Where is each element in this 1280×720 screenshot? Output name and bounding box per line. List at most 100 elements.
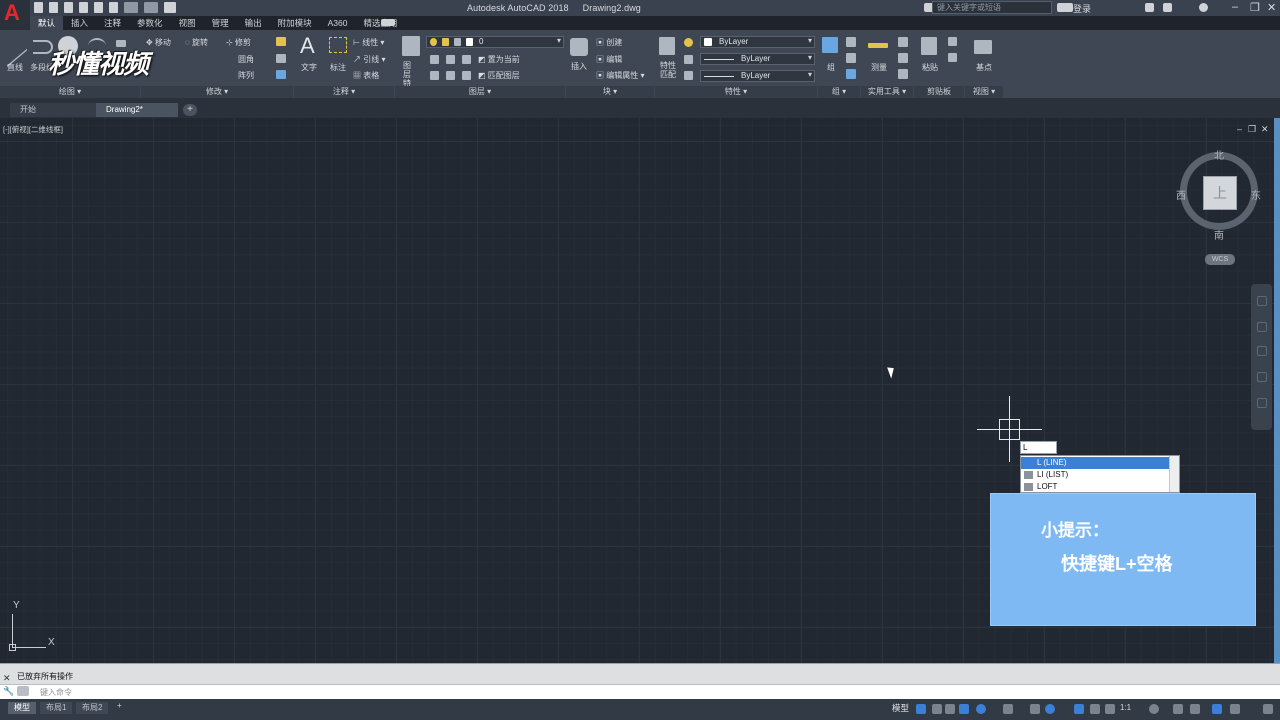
group-icon[interactable]	[822, 37, 838, 53]
grid-toggle-icon[interactable]	[916, 704, 926, 714]
viewcube-south[interactable]: 南	[1214, 227, 1224, 242]
exchange-icon[interactable]	[1145, 3, 1154, 12]
layer-tool-icon-2[interactable]	[446, 55, 455, 64]
fillet-tool[interactable]: 圆角	[238, 54, 254, 65]
isolate-objects-icon[interactable]	[1190, 704, 1200, 714]
tab-manage[interactable]: 管理	[204, 16, 237, 30]
table-tool[interactable]: ▦ 表格	[353, 70, 379, 81]
wcs-menu-button[interactable]: WCS	[1205, 254, 1235, 265]
plus-toggle-icon[interactable]	[1173, 704, 1183, 714]
restore-button[interactable]: ❐	[1250, 1, 1260, 14]
dynamic-ucs-icon[interactable]	[1045, 704, 1055, 714]
base-view-icon[interactable]	[974, 40, 992, 54]
workspace-gear-icon[interactable]	[1149, 704, 1159, 714]
annotation-visibility-icon[interactable]	[1074, 704, 1084, 714]
text-tool-icon[interactable]: A	[300, 33, 315, 59]
text-tool-label[interactable]: 文字	[301, 62, 317, 73]
save-icon[interactable]	[64, 2, 73, 13]
leader-tool[interactable]: ↗ 引线 ▾	[353, 54, 385, 65]
object-snap-icon[interactable]	[1030, 704, 1040, 714]
a360-icon[interactable]	[1163, 3, 1172, 12]
dynamic-input-field[interactable]: L	[1020, 441, 1057, 454]
layer-tool-icon-6[interactable]	[462, 71, 471, 80]
redo-icon[interactable]	[144, 2, 158, 13]
draw-panel-footer[interactable]: 绘图 ▾	[0, 86, 140, 98]
tab-default[interactable]: 默认	[30, 16, 64, 30]
workspace-icon[interactable]	[164, 2, 176, 13]
erase-icon[interactable]	[276, 37, 286, 46]
tab-output[interactable]: 输出	[237, 16, 270, 30]
close-button[interactable]: ✕	[1267, 1, 1276, 14]
viewport-controls-label[interactable]: [-][俯视][二维线框]	[3, 124, 63, 135]
view-panel-footer[interactable]: 视图 ▾	[965, 86, 1003, 98]
tab-insert[interactable]: 插入	[63, 16, 96, 30]
autocomplete-item-loft[interactable]: LOFT	[1021, 481, 1169, 493]
utilities-icon-2[interactable]	[898, 53, 908, 63]
array-tool[interactable]: 阵列	[238, 70, 254, 81]
showmotion-icon[interactable]	[1257, 398, 1267, 408]
dimension-tool-icon[interactable]	[329, 37, 347, 53]
snap-toggle-icon[interactable]	[932, 704, 942, 714]
autocomplete-scrollbar[interactable]	[1169, 456, 1179, 492]
group-select-icon[interactable]	[846, 69, 856, 79]
customization-menu-icon[interactable]	[1263, 704, 1273, 714]
print-icon[interactable]	[109, 2, 118, 13]
minimize-button[interactable]: –	[1232, 1, 1238, 13]
viewport-restore-icon[interactable]: ❐	[1248, 124, 1256, 135]
paste-icon[interactable]	[921, 37, 937, 55]
group-edit-icon[interactable]	[846, 53, 856, 63]
explode-icon[interactable]	[276, 54, 286, 63]
hardware-acceleration-icon[interactable]	[1212, 704, 1222, 714]
clipboard-panel-footer[interactable]: 剪贴板	[914, 86, 964, 98]
measure-icon[interactable]	[868, 43, 888, 48]
tab-addins[interactable]: 附加模块	[270, 16, 320, 30]
annotation-scale-icon[interactable]	[1105, 704, 1115, 714]
edit-attributes-button[interactable]: ▣ 编辑属性 ▾	[596, 70, 644, 81]
layout-tab-2[interactable]: 布局2	[76, 702, 109, 714]
viewport-minimize-icon[interactable]: –	[1237, 124, 1242, 134]
measure-label[interactable]: 测量	[871, 62, 887, 73]
steering-wheel-icon[interactable]	[1257, 296, 1267, 306]
customize-wrench-icon[interactable]: 🔧	[3, 686, 14, 697]
paste-label[interactable]: 粘贴	[922, 62, 938, 73]
match-properties-icon[interactable]	[659, 37, 675, 55]
drawing2-tab[interactable]: Drawing2*	[96, 103, 178, 117]
rotate-tool[interactable]: ◌ 旋转	[185, 37, 208, 48]
properties-panel-footer[interactable]: 特性 ▾	[655, 86, 817, 98]
layer-properties-icon[interactable]	[402, 36, 420, 56]
layout-tab-1[interactable]: 布局1	[40, 702, 73, 714]
undo-icon[interactable]	[124, 2, 138, 13]
layout-tab-model[interactable]: 模型	[8, 702, 36, 714]
edit-block-button[interactable]: ▣ 编辑	[596, 54, 622, 65]
base-view-label[interactable]: 基点	[976, 62, 992, 73]
layer-tool-icon-1[interactable]	[430, 55, 439, 64]
command-line-close-icon[interactable]: ✕	[3, 673, 11, 684]
tab-view[interactable]: 视图	[171, 16, 204, 30]
copy-icon[interactable]	[948, 53, 957, 62]
orbit-icon[interactable]	[1257, 372, 1267, 382]
block-panel-footer[interactable]: 块 ▾	[566, 86, 654, 98]
search-input[interactable]: 键入关键字或短语	[932, 1, 1052, 14]
annotation-autoscale-icon[interactable]	[1090, 704, 1100, 714]
annotation-panel-footer[interactable]: 注释 ▾	[294, 86, 394, 98]
autocomplete-item-line[interactable]: L (LINE)	[1021, 457, 1169, 469]
ortho-icon[interactable]	[959, 704, 969, 714]
make-current-button[interactable]: ◩ 置为当前	[478, 54, 520, 65]
zoom-icon[interactable]	[1257, 346, 1267, 356]
ribbon-display-toggle-icon[interactable]	[381, 19, 395, 26]
clean-screen-icon[interactable]	[1230, 704, 1240, 714]
utilities-icon-3[interactable]	[898, 69, 908, 79]
trim-tool[interactable]: ⊹ 修剪	[226, 37, 251, 48]
move-tool[interactable]: ✥ 移动	[146, 37, 171, 48]
pan-icon[interactable]	[1257, 322, 1267, 332]
modify-panel-footer[interactable]: 修改 ▾	[141, 86, 293, 98]
viewcube-top-face[interactable]: 上	[1203, 176, 1237, 210]
model-space-button[interactable]: 模型	[892, 702, 909, 714]
save-as-icon[interactable]	[79, 2, 88, 13]
match-layer-button[interactable]: ◩ 匹配图层	[478, 70, 520, 81]
new-tab-button[interactable]: +	[183, 104, 197, 116]
add-layout-button[interactable]: +	[117, 701, 122, 710]
match-properties-label[interactable]: 特性匹配	[660, 61, 676, 79]
infer-icon[interactable]	[945, 704, 955, 714]
cut-icon[interactable]	[948, 37, 957, 46]
